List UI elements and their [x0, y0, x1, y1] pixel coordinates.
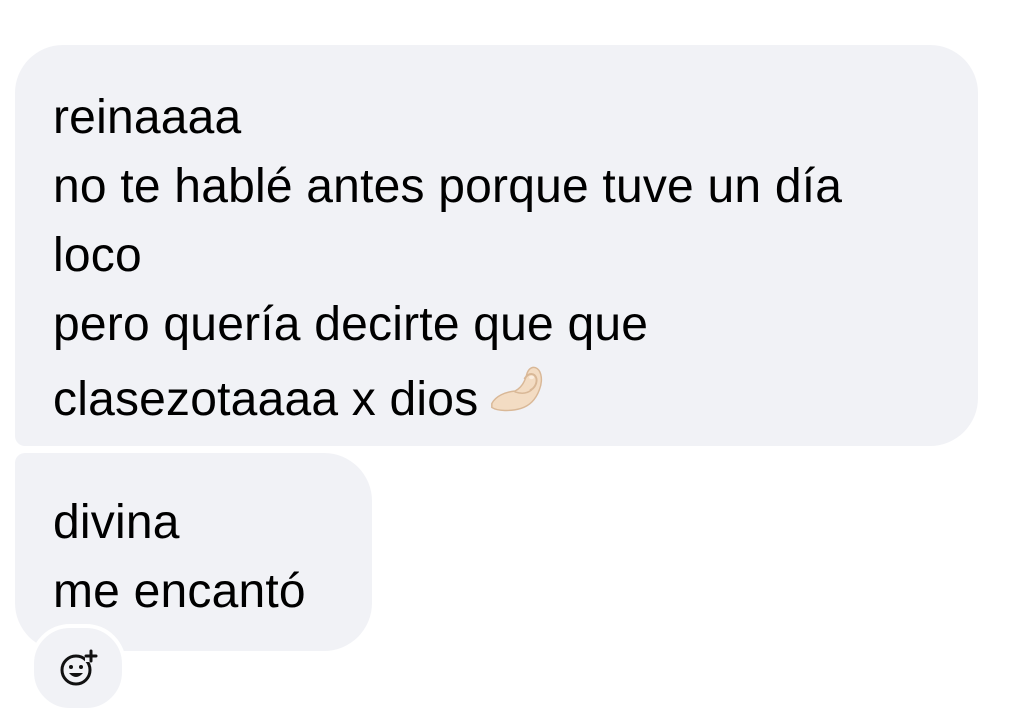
- message-line: loco: [53, 229, 142, 282]
- message-line: clasezotaaaa x dios: [53, 373, 479, 426]
- message-line: pero quería decirte que que: [53, 298, 649, 351]
- pinched-fingers-emoji-icon: [491, 366, 543, 412]
- message-line: no te hablé antes porque tuve un día: [53, 160, 843, 213]
- message-line: reinaaaa: [53, 91, 242, 144]
- message-line: divina: [53, 496, 180, 549]
- add-reaction-button[interactable]: [30, 624, 126, 712]
- message-bubble[interactable]: reinaaaa no te hablé antes porque tuve u…: [15, 45, 978, 446]
- message-line: me encantó: [53, 565, 306, 618]
- add-reaction-icon: [60, 649, 98, 686]
- message-line-with-emoji: clasezotaaaa x dios: [53, 359, 948, 434]
- message-bubble[interactable]: divina me encantó: [15, 453, 372, 651]
